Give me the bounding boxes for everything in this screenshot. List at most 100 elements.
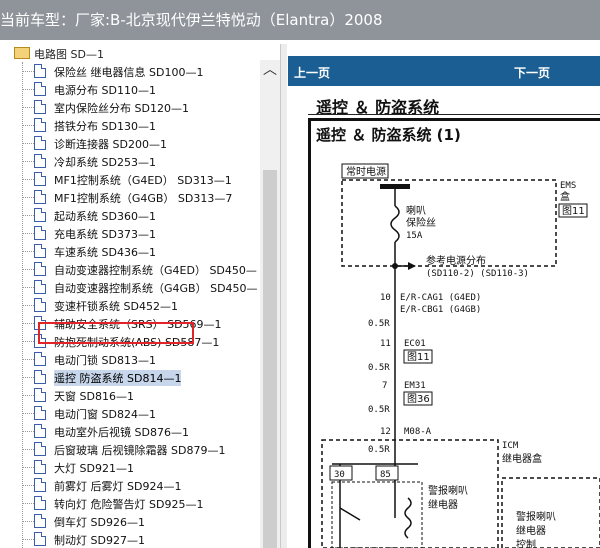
document-icon: [34, 190, 46, 204]
tree-item[interactable]: 转向灯 危险警告灯 SD925—1: [0, 494, 260, 512]
tree-connector: [22, 485, 34, 486]
tree-item[interactable]: MF1控制系统（G4GB） SD313—7: [0, 188, 260, 206]
tree-item[interactable]: 后窗玻璃 后视镜除霜器 SD879—1: [0, 440, 260, 458]
prev-page-link[interactable]: 上一页: [294, 64, 330, 81]
document-icon: [34, 172, 46, 186]
tree-item-label: 起动系统 SD360—1: [54, 210, 156, 223]
tree-connector: [22, 287, 34, 288]
wire-gauge: 0.5R: [368, 363, 390, 373]
window-title: 当前车型：厂家:B-北京现代伊兰特悦动（Elantra）2008: [0, 11, 383, 29]
document-icon: [34, 478, 46, 492]
tree-item-label: 倒车灯 SD926—1: [54, 516, 145, 529]
tree-item[interactable]: 制动灯 SD927—1: [0, 530, 260, 548]
tree-connector: [22, 233, 34, 234]
fuse-label-2: 保险丝: [406, 216, 436, 229]
pin-number: 12: [380, 427, 391, 437]
document-icon: [34, 208, 46, 222]
tree-item[interactable]: 倒车灯 SD926—1: [0, 512, 260, 530]
tree-item-label: 变速杆锁系统 SD452—1: [54, 300, 178, 313]
window-title-bar: 当前车型：厂家:B-北京现代伊兰特悦动（Elantra）2008: [0, 0, 600, 40]
tree-item[interactable]: 自动变速器控制系统（G4ED） SD450—: [0, 260, 260, 278]
tree-item[interactable]: 电源分布 SD110—1: [0, 80, 260, 98]
connector-m08a: M08-A: [404, 427, 432, 437]
tree-item[interactable]: 遥控 防盗系统 SD814—1: [0, 368, 260, 386]
document-icon: [34, 136, 46, 150]
tree-item-label: 自动变速器控制系统（G4GB） SD450—: [54, 282, 258, 295]
ref-pages: (SD110-2) (SD110-3): [426, 269, 529, 279]
tree-item[interactable]: 变速杆锁系统 SD452—1: [0, 296, 260, 314]
relay2-label-2: 继电器: [516, 524, 546, 537]
power-bus-bar: [380, 184, 410, 189]
tree-connector: [22, 161, 34, 162]
tree-item[interactable]: 电动室外后视镜 SD876—1: [0, 422, 260, 440]
relay-label-2: 继电器: [428, 498, 458, 511]
tree-item-label: 电动门窗 SD824—1: [54, 408, 156, 421]
tree-item[interactable]: 前雾灯 后雾灯 SD924—1: [0, 476, 260, 494]
tree-item[interactable]: 天窗 SD816—1: [0, 386, 260, 404]
tree-item[interactable]: 自动变速器控制系统（G4GB） SD450—: [0, 278, 260, 296]
tree-item[interactable]: MF1控制系统（G4ED） SD313—1: [0, 170, 260, 188]
icm-box-label: 继电器盒: [502, 452, 542, 465]
tree-item-label: MF1控制系统（G4ED） SD313—1: [54, 174, 232, 187]
tree-item[interactable]: 保险丝 继电器信息 SD100—1: [0, 62, 260, 80]
connector-ec01: EC01: [404, 339, 426, 349]
tree-connector: [22, 449, 34, 450]
wiring-diagram: 常时电源 喇叭 保险丝 15A 参考电源分布 (SD110-2) (SD110-…: [321, 163, 600, 548]
wire-gauge: 0.5R: [368, 445, 390, 455]
relay2-label-1: 警报喇叭: [516, 510, 556, 523]
tree-item-label: 大灯 SD921—1: [54, 462, 134, 475]
tree-panel: 电路图 SD—1 保险丝 继电器信息 SD100—1 电源分布 SD110—1 室内…: [0, 44, 260, 548]
document-icon: [34, 442, 46, 456]
tree-item[interactable]: 充电系统 SD373—1: [0, 224, 260, 242]
tree-connector: [22, 323, 34, 324]
document-icon: [34, 514, 46, 528]
tree-item[interactable]: 诊断连接器 SD200—1: [0, 134, 260, 152]
tree-item[interactable]: 车速系统 SD436—1: [0, 242, 260, 260]
tree-item-label: 自动变速器控制系统（G4ED） SD450—: [54, 264, 257, 277]
tree-connector: [22, 143, 34, 144]
document-icon: [34, 100, 46, 114]
tree-connector: [22, 305, 34, 306]
ems-label: EMS: [560, 181, 576, 191]
fuse-icon: [390, 205, 400, 243]
tree-connector: [22, 215, 34, 216]
scroll-up-icon[interactable]: ︿: [260, 60, 280, 80]
tree-item-label: 搭铁分布 SD130—1: [54, 120, 156, 133]
wire-gauge: 0.5R: [368, 319, 390, 329]
document-icon: [34, 406, 46, 420]
relay2-label-3: 控制: [516, 538, 536, 548]
tree-item[interactable]: 起动系统 SD360—1: [0, 206, 260, 224]
tree-scrollbar[interactable]: ︿: [260, 60, 280, 548]
tree-item-label: 冷却系统 SD253—1: [54, 156, 156, 169]
tree-item[interactable]: 电动门锁 SD813—1: [0, 350, 260, 368]
tree-item[interactable]: 冷却系统 SD253—1: [0, 152, 260, 170]
pin-30: 30: [334, 470, 345, 480]
next-page-link[interactable]: 下一页: [514, 64, 550, 81]
tree-item-label: 充电系统 SD373—1: [54, 228, 156, 241]
ems-box-outline: [341, 179, 557, 267]
tree-item[interactable]: 电动门窗 SD824—1: [0, 404, 260, 422]
page-nav-bar: 上一页 下一页: [288, 56, 600, 86]
scrollbar-thumb[interactable]: [263, 170, 277, 548]
connector-em31: EM31: [404, 381, 426, 391]
wire-gauge: 0.5R: [368, 405, 390, 415]
folder-icon: [14, 47, 30, 59]
tree-item-label: 转向灯 危险警告灯 SD925—1: [54, 498, 204, 511]
tree-connector: [22, 521, 34, 522]
tree-connector: [22, 413, 34, 414]
tree-connector: [22, 179, 34, 180]
tree-item[interactable]: 大灯 SD921—1: [0, 458, 260, 476]
arrow-right-icon: [408, 262, 416, 270]
document-viewer: 遥控 ＆ 防盗系统 遥控 ＆ 防盗系统 (1) 常时电源 喇叭 保险丝 15A …: [288, 88, 600, 548]
tree-item[interactable]: 室内保险丝分布 SD120—1: [0, 98, 260, 116]
tree-connector: [22, 89, 34, 90]
power-label: 常时电源: [346, 165, 386, 178]
icm-label: ICM: [502, 441, 519, 451]
relay-switch-icon: [339, 507, 361, 521]
tree-item[interactable]: 搭铁分布 SD130—1: [0, 116, 260, 134]
document-icon: [34, 388, 46, 402]
tree-connector: [22, 341, 34, 342]
fuse-rating: 15A: [406, 231, 423, 241]
tree-connector: [22, 467, 34, 468]
panel-splitter[interactable]: [280, 44, 287, 548]
